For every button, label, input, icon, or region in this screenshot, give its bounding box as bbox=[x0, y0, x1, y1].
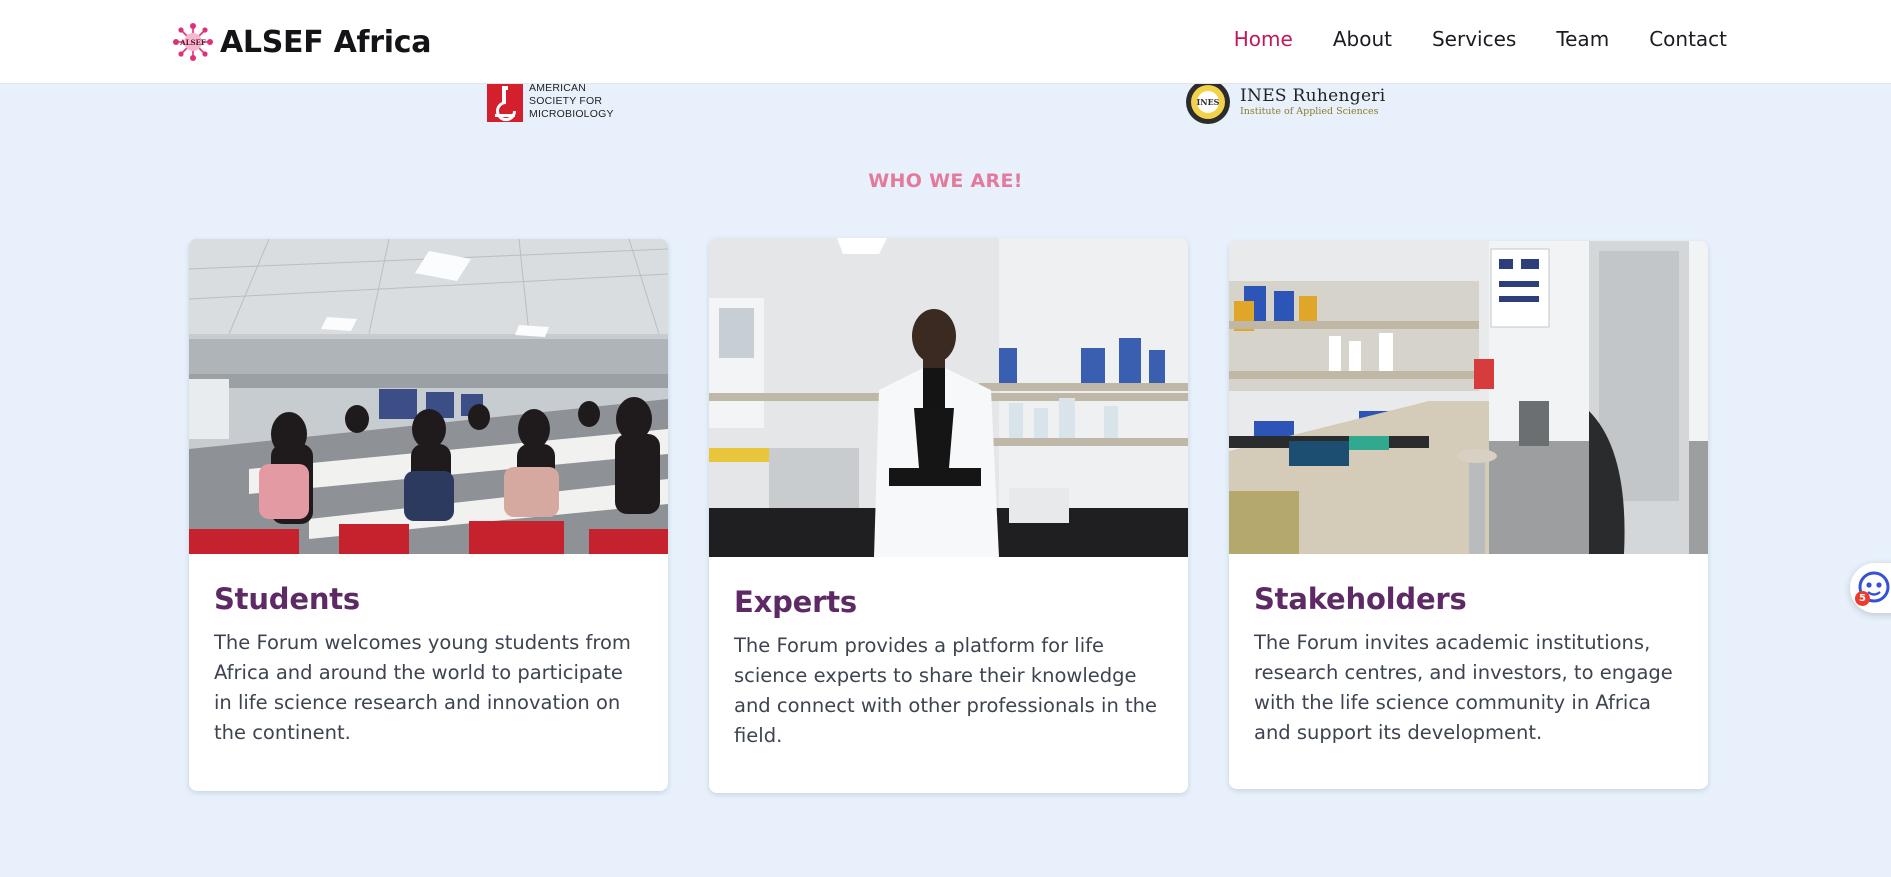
asm-line-2: SOCIETY FOR bbox=[529, 94, 603, 107]
card-stakeholders: Stakeholders The Forum invites academic … bbox=[1229, 241, 1708, 789]
card-students: Students The Forum welcomes young studen… bbox=[189, 239, 668, 791]
alsef-logo-icon: ALSEF bbox=[173, 23, 213, 61]
svg-text:ALSEF: ALSEF bbox=[179, 38, 206, 47]
microscope-icon bbox=[487, 80, 523, 122]
brand-name: ALSEF Africa bbox=[220, 24, 432, 60]
partner-logo-ines: INES INES Ruhengeri Institute of Applied… bbox=[1184, 78, 1385, 126]
svg-text:INES: INES bbox=[1197, 97, 1220, 107]
laboratory-photo bbox=[1229, 241, 1708, 554]
nav-services[interactable]: Services bbox=[1432, 27, 1516, 51]
nav-about[interactable]: About bbox=[1333, 27, 1392, 51]
ines-subtitle: Institute of Applied Sciences bbox=[1240, 105, 1379, 117]
main-nav: Home About Services Team Contact bbox=[1234, 27, 1727, 51]
ines-seal-icon: INES bbox=[1186, 80, 1230, 124]
card-description: The Forum provides a platform for life s… bbox=[734, 634, 1158, 747]
card-title: Stakeholders bbox=[1254, 582, 1467, 616]
card-experts: Experts The Forum provides a platform fo… bbox=[709, 238, 1188, 793]
expert-in-lab-photo bbox=[709, 238, 1188, 557]
card-title: Students bbox=[214, 582, 360, 616]
ines-name: INES Ruhengeri bbox=[1240, 85, 1386, 106]
card-title: Experts bbox=[734, 585, 857, 619]
chat-widget-button[interactable]: 5 bbox=[1850, 563, 1891, 613]
card-description: The Forum welcomes young students from A… bbox=[214, 631, 631, 744]
nav-team[interactable]: Team bbox=[1556, 27, 1609, 51]
students-classroom-photo bbox=[189, 239, 668, 554]
asm-line-3: MICROBIOLOGY bbox=[529, 107, 614, 120]
partner-logo-asm: AMERICAN SOCIETY FOR MICROBIOLOGY bbox=[487, 80, 614, 122]
card-description: The Forum invites academic institutions,… bbox=[1254, 631, 1673, 744]
chat-notification-badge: 5 bbox=[1855, 591, 1870, 606]
brand-home-link[interactable]: ALSEF ALSEF Africa bbox=[172, 22, 431, 62]
nav-contact[interactable]: Contact bbox=[1649, 27, 1727, 51]
site-header: ALSEF ALSEF Africa Home About Services T… bbox=[0, 0, 1891, 84]
nav-home[interactable]: Home bbox=[1234, 27, 1293, 51]
section-title: WHO WE ARE! bbox=[868, 170, 1023, 192]
